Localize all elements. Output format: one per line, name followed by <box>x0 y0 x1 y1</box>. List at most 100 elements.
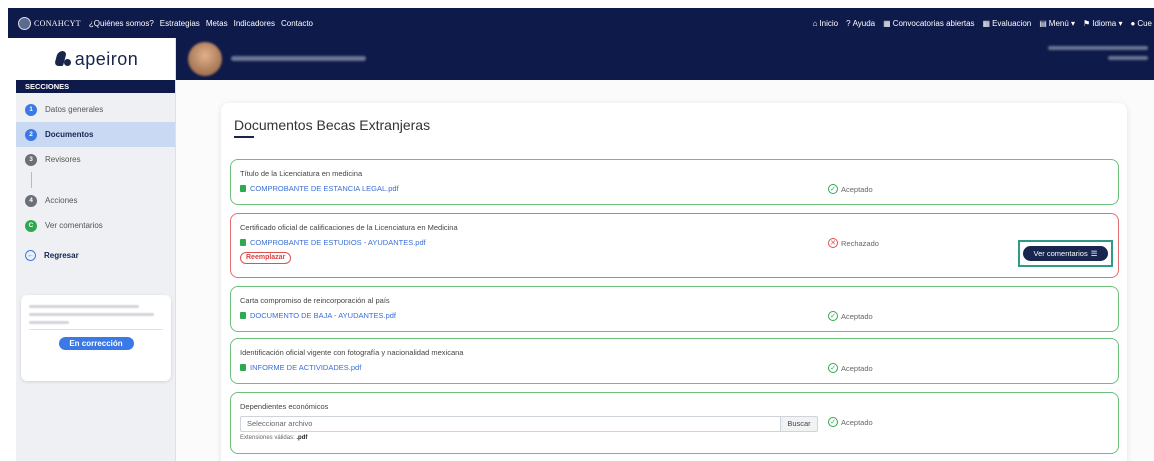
logo-text: CONAHCYT <box>34 18 81 28</box>
applicant-card: En corrección <box>21 295 171 381</box>
step-documentos[interactable]: 2 Documentos <box>16 122 175 147</box>
step-label: Documentos <box>45 130 94 139</box>
main-content: Documentos Becas Extranjeras Título de l… <box>176 80 1154 461</box>
home-icon: ⌂ <box>812 18 818 28</box>
apeiron-logo-icon <box>53 50 71 68</box>
check-circle-icon: ✓ <box>828 417 838 427</box>
back-button[interactable]: ← Regresar <box>16 248 175 262</box>
check-circle-icon: ✓ <box>828 311 838 321</box>
user-header <box>176 38 1154 80</box>
valid-extensions: Extensiones válidas: .pdf <box>240 435 308 441</box>
status-accepted: ✓ Aceptado <box>828 311 873 321</box>
step-number: 1 <box>25 103 37 116</box>
nav-menu-dropdown[interactable]: ▤ Menú ▾ <box>1039 19 1075 28</box>
document-title: Dependientes económicos <box>240 402 329 411</box>
nav-link-contacto[interactable]: Contacto <box>281 19 313 28</box>
redacted-text <box>29 313 154 316</box>
apeiron-brand[interactable]: apeiron <box>16 38 175 80</box>
step-connector <box>31 172 32 188</box>
documents-panel: Documentos Becas Extranjeras Título de l… <box>221 103 1127 461</box>
nav-convocatorias[interactable]: ▦ Convocatorias abiertas <box>883 19 974 28</box>
status-accepted: ✓ Aceptado <box>828 363 873 373</box>
check-circle-icon: ✓ <box>828 363 838 373</box>
nav-link-quienes-somos[interactable]: ¿Quiénes somos? <box>89 19 154 28</box>
redacted-user-email <box>1048 46 1148 50</box>
step-label: Acciones <box>45 196 78 205</box>
document-file-link[interactable]: DOCUMENTO DE BAJA - AYUDANTES.pdf <box>240 311 396 320</box>
step-number: 4 <box>25 194 37 207</box>
top-right-menu: ⌂ Inicio ? Ayuda ▦ Convocatorias abiertas ▦… <box>813 19 1154 28</box>
card-divider <box>29 329 163 330</box>
nav-link-metas[interactable]: Metas <box>206 19 228 28</box>
title-underline <box>234 136 254 138</box>
document-file-link[interactable]: COMPROBANTE DE ESTUDIOS - AYUDANTES.pdf <box>240 238 426 247</box>
conahcyt-logo[interactable]: CONAHCYT <box>18 16 81 30</box>
help-icon: ? <box>846 18 851 28</box>
nav-cuenta[interactable]: ● Cue <box>1130 19 1152 28</box>
document-title: Certificado oficial de calificaciones de… <box>240 223 458 232</box>
x-circle-icon: ✕ <box>828 238 838 248</box>
view-comments-button[interactable]: Ver comentarios ☰ <box>1023 246 1108 261</box>
document-card: Certificado oficial de calificaciones de… <box>230 213 1119 278</box>
file-icon <box>240 364 246 371</box>
step-acciones[interactable]: 4 Acciones <box>16 188 175 213</box>
user-icon: ● <box>1130 18 1136 28</box>
calendar-icon: ▦ <box>982 18 991 28</box>
conahcyt-emblem-icon <box>18 16 31 30</box>
brand-text: apeiron <box>74 48 139 69</box>
step-label: Datos generales <box>45 105 104 114</box>
document-card: Carta compromiso de reincorporación al p… <box>230 286 1119 332</box>
step-revisores[interactable]: 3 Revisores <box>16 147 175 172</box>
top-nav-links: ¿Quiénes somos? Estrategias Metas Indica… <box>89 19 313 28</box>
nav-ayuda[interactable]: ? Ayuda <box>846 19 875 28</box>
nav-idioma-dropdown[interactable]: ⚑ Idioma ▾ <box>1083 19 1122 28</box>
step-number: 3 <box>25 153 37 166</box>
file-upload-input[interactable]: Seleccionar archivo Buscar <box>240 416 818 432</box>
sections-heading: SECCIONES <box>16 80 175 93</box>
browse-button[interactable]: Buscar <box>780 417 817 431</box>
replace-button[interactable]: Reemplazar <box>240 252 292 264</box>
document-title: Carta compromiso de reincorporación al p… <box>240 296 390 305</box>
step-datos-generales[interactable]: 1 Datos generales <box>16 97 175 122</box>
arrow-left-icon: ← <box>25 249 36 261</box>
nav-evaluacion[interactable]: ▦ Evaluacion <box>983 19 1032 28</box>
page-title: Documentos Becas Extranjeras <box>234 117 431 133</box>
document-title: Título de la Licenciatura en medicina <box>240 169 363 178</box>
step-label: Revisores <box>45 155 81 164</box>
file-icon <box>240 312 246 319</box>
step-label: Ver comentarios <box>45 221 103 230</box>
back-label: Regresar <box>44 250 79 260</box>
step-number: C <box>25 219 37 232</box>
redacted-text <box>29 321 69 324</box>
document-title: Identificación oficial vigente con fotog… <box>240 348 464 357</box>
menu-icon: ▤ <box>1039 18 1047 28</box>
document-file-link[interactable]: COMPROBANTE DE ESTANCIA LEGAL.pdf <box>240 184 399 193</box>
avatar <box>188 42 222 76</box>
list-icon: ☰ <box>1090 249 1098 258</box>
nav-link-estrategias[interactable]: Estrategias <box>160 19 200 28</box>
nav-link-indicadores[interactable]: Indicadores <box>234 19 275 28</box>
check-circle-icon: ✓ <box>828 184 838 194</box>
step-ver-comentarios[interactable]: C Ver comentarios <box>16 213 175 238</box>
sidebar: apeiron SECCIONES 1 Datos generales 2 Do… <box>16 38 176 461</box>
document-card: Título de la Licenciatura en medicina CO… <box>230 159 1119 205</box>
file-icon <box>240 185 246 192</box>
step-number: 2 <box>25 128 37 141</box>
file-input-placeholder: Seleccionar archivo <box>247 419 313 428</box>
status-badge: En corrección <box>58 337 134 350</box>
nav-inicio[interactable]: ⌂ Inicio <box>813 19 839 28</box>
file-icon <box>240 239 246 246</box>
document-card: Identificación oficial vigente con fotog… <box>230 338 1119 384</box>
flag-icon: ⚑ <box>1083 18 1091 28</box>
status-accepted: ✓ Aceptado <box>828 417 873 427</box>
document-file-link[interactable]: INFORME DE ACTIVIDADES.pdf <box>240 363 361 372</box>
redacted-text <box>29 305 139 308</box>
calendar-icon: ▦ <box>883 18 891 28</box>
redacted-user-name <box>231 56 366 61</box>
document-card: Dependientes económicos Seleccionar arch… <box>230 392 1119 454</box>
status-rejected: ✕ Rechazado <box>828 238 879 248</box>
status-accepted: ✓ Aceptado <box>828 184 873 194</box>
redacted-user-id <box>1108 56 1148 60</box>
comments-highlight: Ver comentarios ☰ <box>1018 240 1113 267</box>
top-navbar: CONAHCYT ¿Quiénes somos? Estrategias Met… <box>8 8 1154 38</box>
